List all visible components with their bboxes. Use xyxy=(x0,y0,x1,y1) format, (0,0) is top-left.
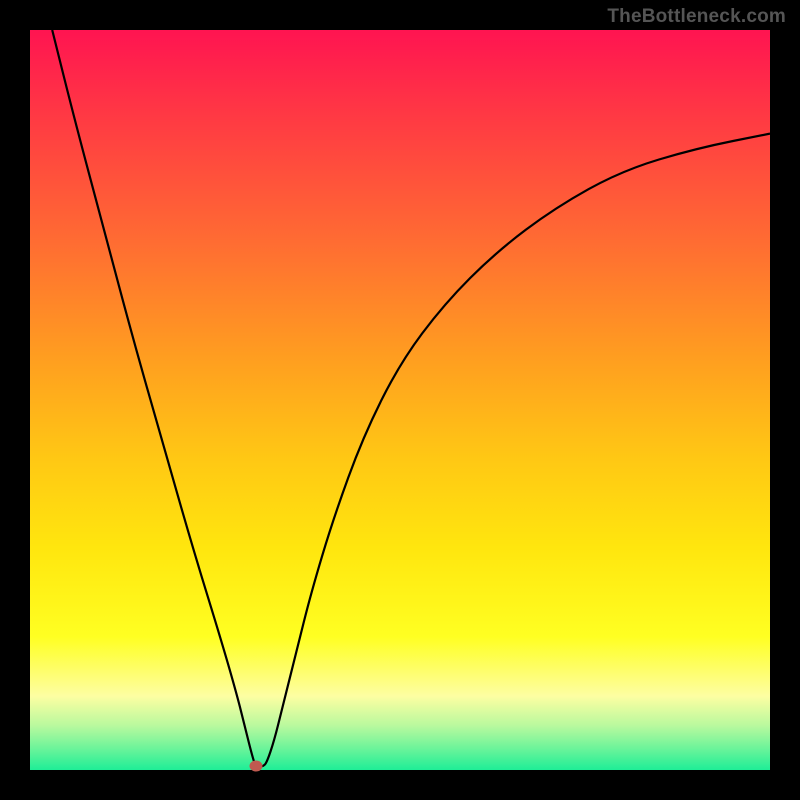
bottleneck-curve xyxy=(30,30,770,770)
chart-frame: TheBottleneck.com xyxy=(0,0,800,800)
chart-plot-area xyxy=(30,30,770,770)
watermark-text: TheBottleneck.com xyxy=(607,6,786,28)
minimum-marker xyxy=(249,761,262,772)
